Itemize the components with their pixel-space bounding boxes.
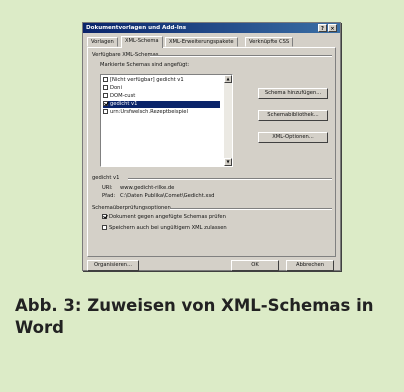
tab-linked-css[interactable]: Verknüpfte CSS [245,37,294,47]
schema-list[interactable]: [Nicht verfügbar] gedicht v1 Doni DOM-cu… [100,74,233,167]
scroll-up-icon[interactable]: ▲ [224,75,232,83]
cancel-button[interactable]: Abbrechen [286,260,334,271]
save-invalid-option[interactable]: Speichern auch bei ungültigem XML zulass… [102,225,227,231]
scroll-down-icon[interactable]: ▼ [224,158,232,166]
uri-value: www.gedicht-rilke.de [120,185,175,191]
list-item[interactable]: [Nicht verfügbar] gedicht v1 [103,77,220,84]
checkbox[interactable] [103,77,108,82]
list-item[interactable]: Doni [103,85,220,92]
validation-heading: Schemaüberprüfungsoptionen [92,205,171,211]
ok-button[interactable]: OK [231,260,279,271]
add-schema-button[interactable]: Schema hinzufügen... [258,88,328,99]
group-divider [170,208,332,210]
validate-option[interactable]: Dokument gegen angefügte Schemas prüfen [102,214,226,220]
xml-options-button[interactable]: XML-Optionen... [258,132,328,143]
templates-addins-dialog: Dokumentvorlagen und Add-Ins ? × Vorlage… [82,22,341,271]
list-item[interactable]: urn:Ursfwelsch.Rezeptbeispiel [103,109,220,116]
group-divider [150,55,332,57]
tab-xml-expansion-packs[interactable]: XML-Erweiterungspakete [165,37,238,47]
checkbox[interactable] [103,101,108,106]
help-button[interactable]: ? [318,24,327,32]
tab-strip: Vorlagen XML-Schema XML-Erweiterungspake… [87,36,336,48]
schema-library-button[interactable]: Schemabibliothek... [258,110,328,121]
tab-templates[interactable]: Vorlagen [87,37,118,47]
close-button[interactable]: × [328,24,337,32]
figure-panel: Dokumentvorlagen und Add-Ins ? × Vorlage… [0,0,404,392]
uri-label: URI: [102,185,113,191]
path-value: C:\Daten Publika\Comet\Gedicht.xsd [120,193,215,199]
dialog-title: Dokumentvorlagen und Add-Ins [86,25,187,31]
path-label: Pfad: [102,193,116,199]
schema-name: gedicht v1 [92,175,120,181]
figure-caption: Abb. 3: Zuweisen von XML-Schemas in Word [15,296,374,337]
checkbox[interactable] [103,109,108,114]
save-invalid-checkbox[interactable] [102,225,107,230]
checkbox[interactable] [103,85,108,90]
available-schemas-label: Verfügbare XML-Schemas [92,52,159,58]
dialog-title-bar[interactable]: Dokumentvorlagen und Add-Ins ? × [83,23,340,33]
xml-schema-tab-panel: Verfügbare XML-Schemas Markierte Schemas… [87,47,336,257]
list-item-selected[interactable]: gedicht v1 [103,101,220,108]
checked-schemas-label: Markierte Schemas sind angefügt: [100,62,190,68]
organize-button[interactable]: Organisieren... [87,260,139,271]
tab-xml-schema[interactable]: XML-Schema [121,36,163,48]
list-item[interactable]: DOM-cust [103,93,220,100]
validate-checkbox[interactable] [102,214,107,219]
checkbox[interactable] [103,93,108,98]
list-scrollbar[interactable]: ▲ ▼ [224,75,232,166]
group-divider [128,178,332,180]
